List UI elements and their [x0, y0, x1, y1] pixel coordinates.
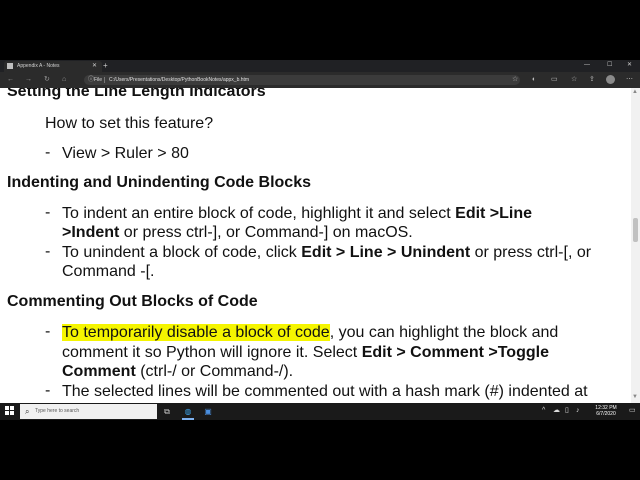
heading-indenting: Indenting and Unindenting Code Blocks	[7, 174, 311, 191]
scroll-down-icon[interactable]: ▼	[632, 393, 638, 401]
bullet-dash: -	[45, 323, 51, 340]
indent-instruction-line1: To indent an entire block of code, highl…	[62, 205, 533, 222]
scrollbar-thumb[interactable]	[633, 218, 638, 242]
question-text: How to set this feature?	[45, 115, 214, 132]
heading-line-length: Setting the Line Length Indicators	[7, 88, 266, 100]
unindent-instruction-line2: Command -[.	[62, 263, 155, 280]
file-scheme-label: File	[94, 77, 103, 83]
tab-title: Appendix A - Notes	[17, 63, 60, 69]
taskbar-clock[interactable]: 12:32 PM 6/7/2020	[588, 405, 624, 417]
collections-icon[interactable]: ▭	[551, 75, 558, 85]
scroll-up-icon[interactable]: ▲	[632, 88, 638, 96]
close-window-button[interactable]: ✕	[627, 61, 632, 70]
more-icon[interactable]: ⋯	[626, 75, 633, 85]
zoom-app-icon[interactable]: ▣	[202, 405, 214, 418]
comment-instruction-line3: Comment (ctrl-/ or Command-/).	[62, 363, 294, 380]
search-icon: ⌕	[25, 407, 30, 416]
favorites-star-icon[interactable]: ☆	[512, 75, 518, 85]
search-placeholder[interactable]: Type here to search	[35, 407, 79, 416]
reading-icon[interactable]: ◐	[532, 75, 536, 85]
network-icon[interactable]: ▯	[565, 406, 569, 416]
comment-instruction-line2: comment it so Python will ignore it. Sel…	[62, 344, 549, 361]
home-icon[interactable]: ⌂	[62, 75, 66, 85]
unindent-instruction-line1: To unindent a block of code, click Edit …	[62, 244, 592, 261]
indent-instruction-line2: >Indent or press ctrl-], or Command-] on…	[62, 224, 413, 241]
address-separator	[104, 77, 105, 83]
minimize-button[interactable]: —	[584, 61, 590, 70]
back-icon[interactable]: ←	[7, 75, 14, 85]
active-app-indicator	[182, 418, 194, 420]
task-view-icon[interactable]: ⧉	[161, 405, 173, 418]
comment-instruction-line1: To temporarily disable a block of code, …	[62, 324, 559, 341]
bullet-dash: -	[45, 382, 51, 399]
bullet-dash: -	[45, 243, 51, 260]
profile-avatar[interactable]	[606, 75, 615, 84]
notification-icon[interactable]: ▭	[629, 406, 636, 416]
favorites-icon[interactable]: ☆	[571, 75, 577, 85]
commented-lines-note: The selected lines will be commented out…	[62, 383, 588, 400]
tray-chevron-icon[interactable]: ^	[542, 406, 545, 416]
tab-close-icon[interactable]: ✕	[92, 62, 97, 70]
windows-start-icon[interactable]	[5, 406, 15, 416]
share-icon[interactable]: ⇪	[589, 75, 595, 85]
ruler-menu-path: View > Ruler > 80	[62, 145, 189, 162]
highlighted-text: To temporarily disable a block of code	[62, 324, 330, 341]
url-text[interactable]: C:/Users/Presentations/Desktop/PythonBoo…	[109, 76, 249, 84]
volume-icon[interactable]: ♪	[576, 406, 580, 416]
bullet-dash: -	[45, 204, 51, 221]
maximize-button[interactable]: ☐	[607, 61, 612, 70]
clock-date: 6/7/2020	[596, 411, 616, 417]
edge-browser-icon[interactable]: ◍	[182, 405, 194, 418]
vertical-scrollbar[interactable]	[631, 88, 640, 403]
bullet-dash: -	[45, 144, 51, 161]
page-favicon-icon	[7, 63, 13, 69]
forward-icon[interactable]: →	[25, 75, 32, 85]
onedrive-icon[interactable]: ☁	[553, 406, 560, 416]
heading-commenting: Commenting Out Blocks of Code	[7, 293, 258, 310]
page-content: Setting the Line Length Indicators How t…	[0, 88, 640, 403]
new-tab-button[interactable]: +	[103, 61, 108, 71]
refresh-icon[interactable]: ↻	[44, 75, 50, 85]
